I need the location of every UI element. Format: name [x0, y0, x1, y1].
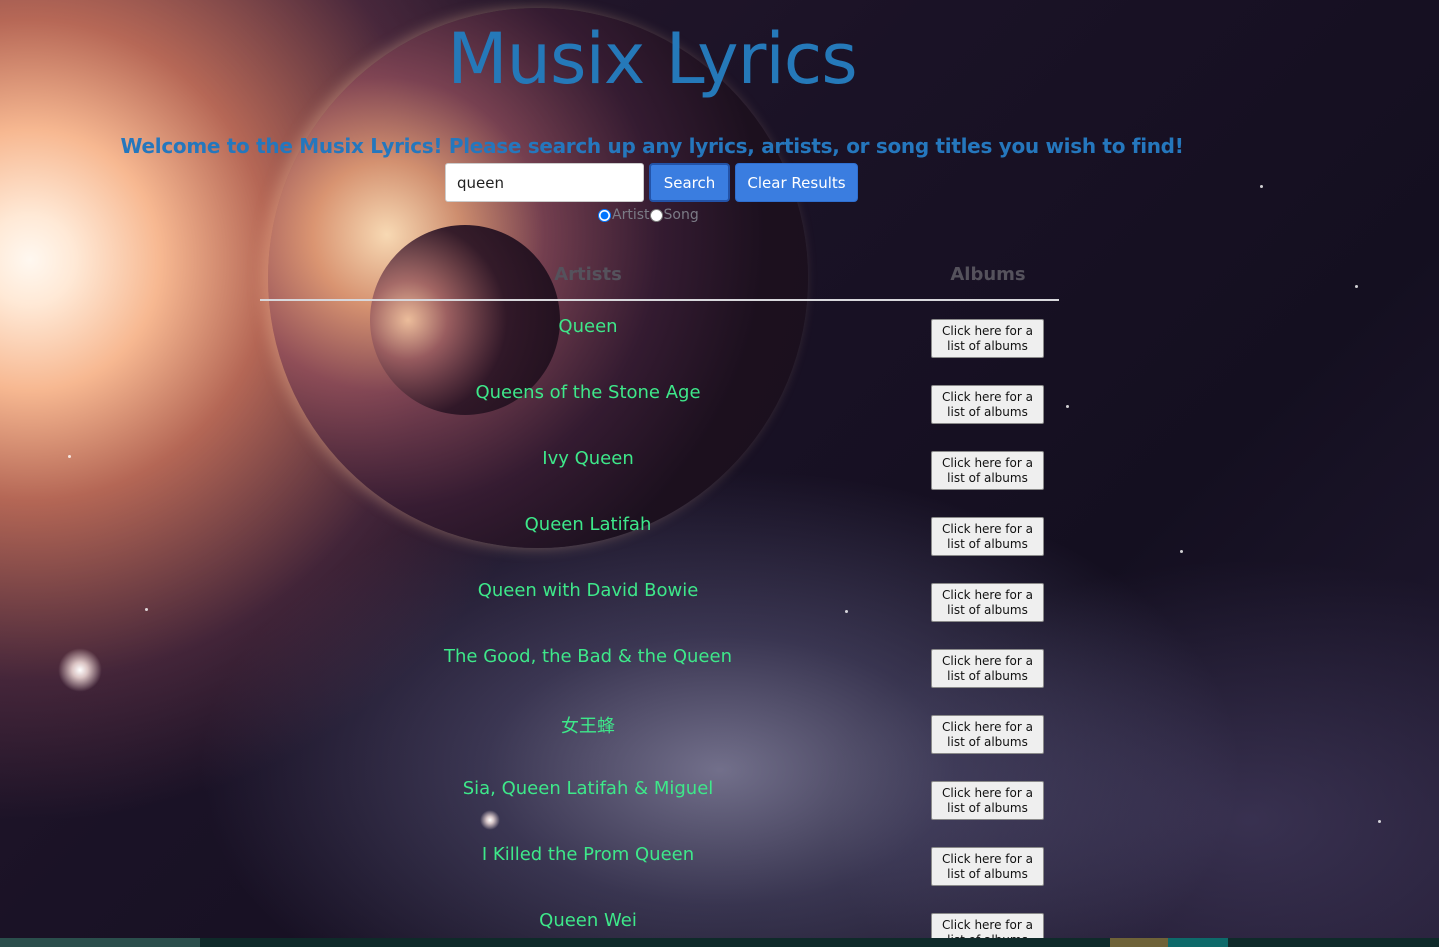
- artist-name: Queen Wei: [539, 910, 637, 931]
- albums-button[interactable]: Click here for a list of albums: [931, 649, 1044, 688]
- table-row: The Good, the Bad & the Queen Click here…: [0, 632, 1439, 698]
- taskbar: [0, 938, 1439, 947]
- artist-name: Queens of the Stone Age: [475, 382, 701, 403]
- welcome-message: Welcome to the Musix Lyrics! Please sear…: [120, 134, 1184, 158]
- albums-button[interactable]: Click here for a list of albums: [931, 583, 1044, 622]
- search-mode-radio-group: Artist Song: [598, 205, 699, 225]
- table-header-divider: [260, 299, 1059, 301]
- table-row: Queen Latifah Click here for a list of a…: [0, 500, 1439, 566]
- artist-name: Queen Latifah: [524, 514, 652, 535]
- star: [1355, 285, 1358, 288]
- artist-name: Ivy Queen: [542, 448, 634, 469]
- table-row: Sia, Queen Latifah & Miguel Click here f…: [0, 764, 1439, 830]
- artist-radio-label[interactable]: Artist: [612, 207, 650, 223]
- results-table: Queen Click here for a list of albums Qu…: [0, 302, 1439, 947]
- song-radio[interactable]: [649, 208, 663, 222]
- artist-name: Queen: [558, 316, 618, 337]
- taskbar-segment[interactable]: [1168, 938, 1228, 947]
- star: [1260, 185, 1263, 188]
- table-row: Ivy Queen Click here for a list of album…: [0, 434, 1439, 500]
- albums-button[interactable]: Click here for a list of albums: [931, 847, 1044, 886]
- artist-radio[interactable]: [598, 208, 611, 222]
- clear-results-button[interactable]: Clear Results: [735, 163, 858, 202]
- table-row: I Killed the Prom Queen Click here for a…: [0, 830, 1439, 896]
- albums-column-header: Albums: [950, 264, 1026, 285]
- song-radio-label[interactable]: Song: [664, 207, 699, 223]
- search-button[interactable]: Search: [649, 163, 730, 202]
- albums-button[interactable]: Click here for a list of albums: [931, 517, 1044, 556]
- albums-button[interactable]: Click here for a list of albums: [931, 319, 1044, 358]
- albums-button[interactable]: Click here for a list of albums: [931, 715, 1044, 754]
- albums-button[interactable]: Click here for a list of albums: [931, 781, 1044, 820]
- taskbar-segment[interactable]: [0, 938, 200, 947]
- artist-name: Sia, Queen Latifah & Miguel: [462, 778, 714, 799]
- search-input[interactable]: [445, 163, 644, 202]
- table-row: Queen Click here for a list of albums: [0, 302, 1439, 368]
- artist-name: The Good, the Bad & the Queen: [444, 646, 732, 667]
- page-title: Musix Lyrics: [447, 18, 858, 100]
- artist-name: I Killed the Prom Queen: [481, 844, 695, 865]
- artist-name: 女王蜂: [561, 716, 615, 737]
- albums-button[interactable]: Click here for a list of albums: [931, 385, 1044, 424]
- albums-button[interactable]: Click here for a list of albums: [931, 451, 1044, 490]
- taskbar-segment[interactable]: [1110, 938, 1168, 947]
- artist-name: Queen with David Bowie: [477, 580, 699, 601]
- table-row: Queens of the Stone Age Click here for a…: [0, 368, 1439, 434]
- table-row: 女王蜂 Click here for a list of albums: [0, 698, 1439, 764]
- table-row: Queen with David Bowie Click here for a …: [0, 566, 1439, 632]
- artists-column-header: Artists: [554, 264, 622, 285]
